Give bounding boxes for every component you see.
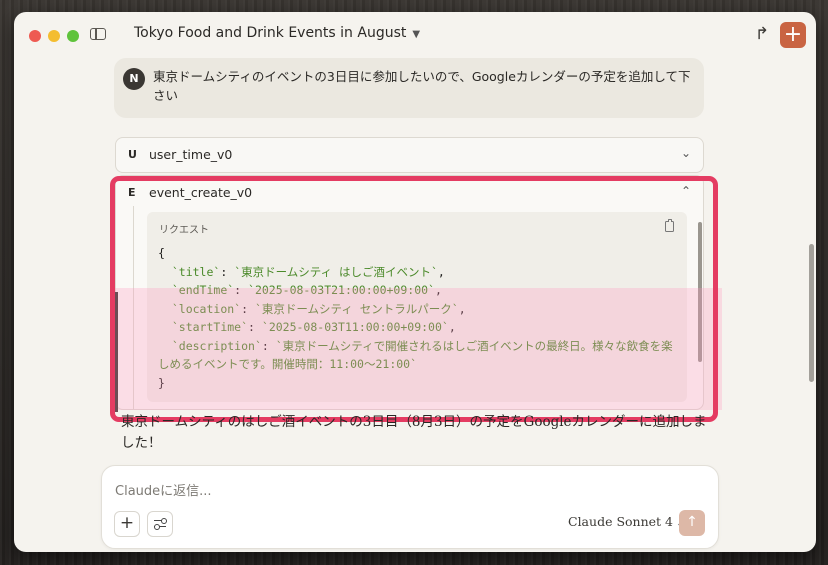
- model-name: Claude Sonnet 4: [568, 514, 673, 529]
- tool-name: user_time_v0: [149, 147, 233, 162]
- highlight-box: [110, 176, 718, 422]
- conversation-title-text: Tokyo Food and Drink Events in August: [134, 25, 407, 41]
- reply-input[interactable]: Claudeに返信...: [115, 480, 212, 499]
- tool-call-user-time[interactable]: U user_time_v0 ⌄: [115, 137, 704, 173]
- add-attachment-button[interactable]: +: [114, 511, 140, 537]
- sliders-icon: [161, 517, 167, 524]
- tool-letter: U: [128, 148, 137, 161]
- window-scrollbar[interactable]: [809, 244, 814, 382]
- sidebar-toggle-icon[interactable]: [90, 28, 106, 40]
- send-button[interactable]: ↑: [679, 510, 705, 536]
- chevron-down-icon: ▼: [412, 29, 421, 40]
- tools-settings-button[interactable]: [147, 511, 173, 537]
- model-selector[interactable]: Claude Sonnet 4⌄: [568, 514, 684, 529]
- minimize-window-button[interactable]: [48, 30, 60, 42]
- user-message: N 東京ドームシティのイベントの3日目に参加したいので、Googleカレンダーの…: [114, 58, 704, 118]
- maximize-window-button[interactable]: [67, 30, 79, 42]
- avatar: N: [123, 68, 145, 90]
- app-window: Tokyo Food and Drink Events in August ▼ ↱…: [14, 12, 816, 552]
- assistant-message: 東京ドームシティのはしご酒イベントの3日目（8月3日）の予定をGoogleカレン…: [121, 414, 707, 451]
- sliders-icon: [154, 523, 160, 530]
- new-chat-button[interactable]: +: [780, 22, 806, 48]
- user-message-text: 東京ドームシティのイベントの3日目に参加したいので、Googleカレンダーの予定…: [153, 69, 691, 103]
- share-icon[interactable]: ↱: [752, 24, 772, 44]
- conversation-title[interactable]: Tokyo Food and Drink Events in August ▼: [134, 25, 420, 41]
- chevron-down-icon[interactable]: ⌄: [681, 146, 691, 160]
- close-window-button[interactable]: [29, 30, 41, 42]
- composer: Claudeに返信... + Claude Sonnet 4⌄ ↑: [101, 465, 719, 549]
- titlebar: Tokyo Food and Drink Events in August ▼ ↱…: [14, 12, 816, 56]
